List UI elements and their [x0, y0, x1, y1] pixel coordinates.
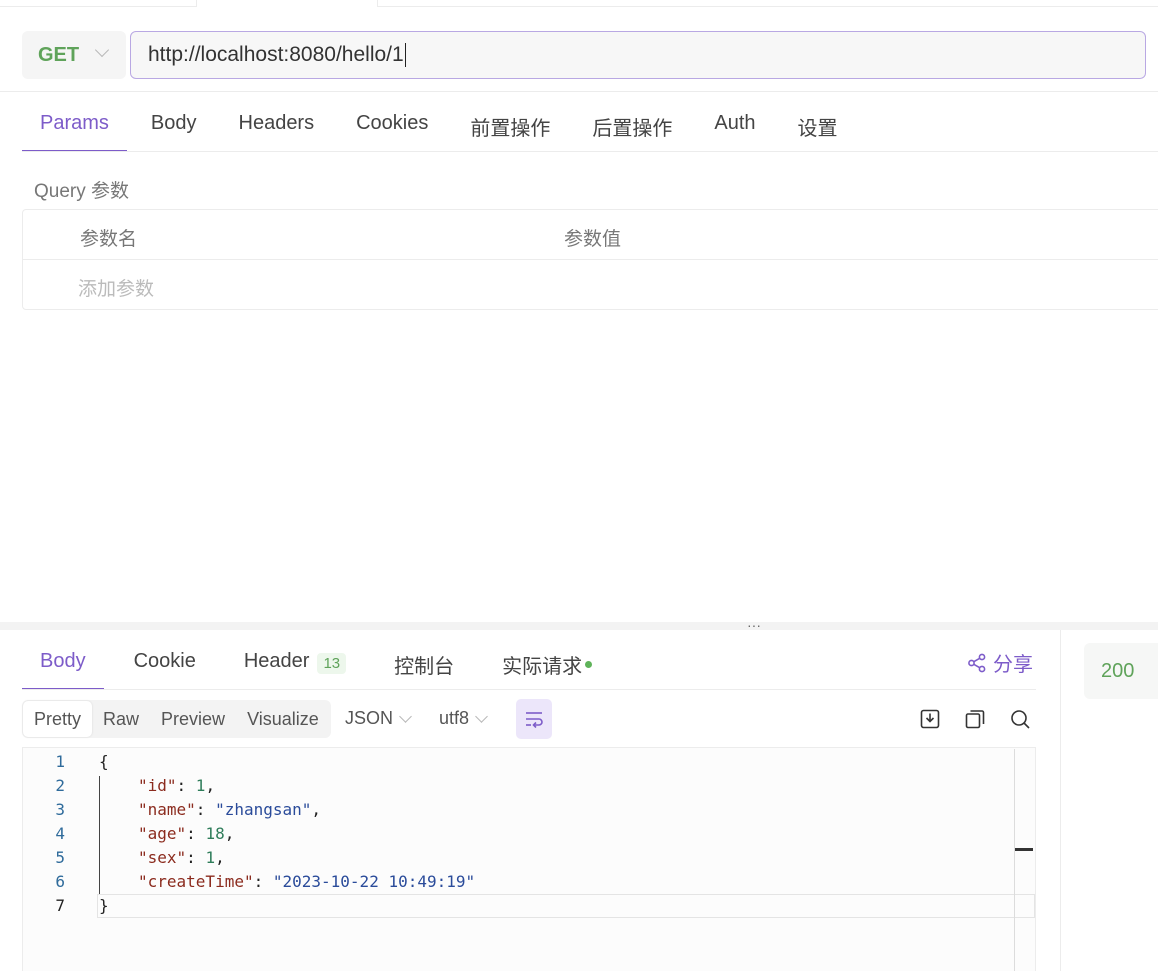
editor-scrollbar[interactable] [1014, 749, 1015, 971]
chevron-down-icon [475, 709, 488, 723]
response-tab-actual-request[interactable]: 实际请求 [484, 636, 610, 690]
scrollbar-position-marker [1015, 848, 1033, 851]
response-tab-body-label: Body [40, 650, 86, 672]
view-mode-switch: Pretty Raw Preview Visualize [22, 700, 331, 738]
response-tab-cookie-label: Cookie [133, 650, 196, 672]
active-request-tab[interactable] [196, 0, 378, 7]
text-caret [404, 43, 407, 67]
response-tab-console-label: 控制台 [394, 656, 455, 678]
url-input[interactable]: http://localhost:8080/hello/1 [130, 31, 1146, 79]
code-line: 4 "age": 18, [23, 822, 1033, 846]
code-text: "age": 18, [138, 824, 235, 843]
tab-headers[interactable]: Headers [221, 98, 333, 152]
format-select[interactable]: JSON [345, 708, 412, 729]
json-value: 1 [195, 776, 206, 795]
encoding-select[interactable]: utf8 [439, 708, 488, 729]
response-tab-cookie[interactable]: Cookie [116, 636, 214, 690]
param-name-header: 参数名 [80, 229, 138, 250]
code-line: 6 "createTime": "2023-10-22 10:49:19" [23, 870, 1033, 894]
code-text: "createTime": "2023-10-22 10:49:19" [138, 872, 476, 891]
drag-handle-icon[interactable]: ··· [747, 618, 761, 632]
tab-cookies[interactable]: Cookies [338, 98, 446, 152]
panel-splitter[interactable] [0, 622, 1158, 630]
response-tabs: Body Cookie Header 13 控制台 实际请求 [22, 636, 622, 690]
line-number: 7 [55, 896, 65, 915]
json-key: "name" [138, 800, 196, 819]
response-tab-actual-request-label: 实际请求 [502, 656, 583, 678]
code-line: 5 "sex": 1, [23, 846, 1033, 870]
response-tab-header-label: Header [243, 650, 310, 672]
top-tab-strip [0, 0, 1158, 7]
code-line: 1 { [23, 750, 1033, 774]
json-key: "sex" [138, 848, 187, 867]
code-line: 3 "name": "zhangsan", [23, 798, 1033, 822]
tab-settings[interactable]: 设置 [780, 98, 856, 152]
chevron-down-icon [94, 42, 110, 58]
method-label: GET [38, 43, 80, 66]
share-label: 分享 [993, 654, 1033, 676]
word-wrap-icon [526, 712, 543, 728]
code-line: 2 "id": 1, [23, 774, 1033, 798]
query-params-label: Query 参数 [34, 181, 130, 202]
code-text: "name": "zhangsan", [138, 800, 322, 819]
line-number: 2 [55, 776, 65, 795]
header-count-badge: 13 [317, 653, 347, 674]
code-line: 7 } [23, 894, 1033, 918]
divider [0, 91, 1158, 92]
divider [22, 151, 1158, 152]
line-number: 3 [55, 800, 65, 819]
word-wrap-button[interactable] [516, 699, 552, 739]
response-body-editor[interactable]: 1 { 2 "id": 1, 3 "name": "zhangsan", 4 "… [22, 747, 1036, 971]
view-preview-button[interactable]: Preview [150, 701, 236, 737]
json-value: "2023-10-22 10:49:19" [272, 872, 476, 891]
url-text: http://localhost:8080/hello/1 [148, 43, 404, 66]
params-table-header: 参数名 参数值 [23, 210, 1158, 260]
code-text: "sex": 1, [138, 848, 225, 867]
line-number: 4 [55, 824, 65, 843]
code-text: { [99, 752, 109, 771]
status-dot [585, 661, 593, 668]
download-icon[interactable] [918, 707, 942, 731]
tab-auth[interactable]: Auth [696, 98, 773, 152]
json-key: "createTime" [138, 872, 254, 891]
json-value: 1 [205, 848, 216, 867]
add-param-input[interactable]: 添加参数 [78, 274, 154, 301]
param-value-header: 参数值 [564, 229, 622, 250]
tab-post-request[interactable]: 后置操作 [574, 98, 690, 152]
view-pretty-button[interactable]: Pretty [23, 701, 93, 737]
request-tabs: Params Body Headers Cookies 前置操作 后置操作 Au… [22, 98, 862, 152]
status-code-badge: 200 [1084, 643, 1158, 699]
tab-pre-request[interactable]: 前置操作 [452, 98, 568, 152]
response-tab-console[interactable]: 控制台 [376, 636, 472, 690]
line-number: 1 [55, 752, 65, 771]
response-tab-header[interactable]: Header 13 [226, 636, 364, 690]
line-number: 5 [55, 848, 65, 867]
tab-body[interactable]: Body [133, 98, 215, 152]
code-text: } [99, 896, 109, 915]
json-key: "id" [138, 776, 177, 795]
chevron-down-icon [399, 709, 412, 723]
divider [22, 689, 1036, 690]
params-table: 参数名 参数值 添加参数 [22, 209, 1158, 310]
view-raw-button[interactable]: Raw [92, 701, 150, 737]
code-text: "id": 1, [138, 776, 216, 795]
view-visualize-button[interactable]: Visualize [236, 701, 330, 737]
encoding-label: utf8 [439, 708, 470, 728]
json-key: "age" [138, 824, 187, 843]
share-icon [968, 653, 986, 672]
line-number: 6 [55, 872, 65, 891]
json-value: 18 [205, 824, 225, 843]
response-tab-body[interactable]: Body [22, 636, 104, 690]
json-value: "zhangsan" [215, 800, 312, 819]
tab-params[interactable]: Params [22, 98, 127, 152]
method-select[interactable]: GET [22, 31, 126, 79]
format-label: JSON [345, 708, 394, 728]
copy-icon[interactable] [963, 707, 987, 731]
search-icon[interactable] [1008, 707, 1032, 731]
share-button[interactable]: 分享 [967, 648, 1033, 677]
